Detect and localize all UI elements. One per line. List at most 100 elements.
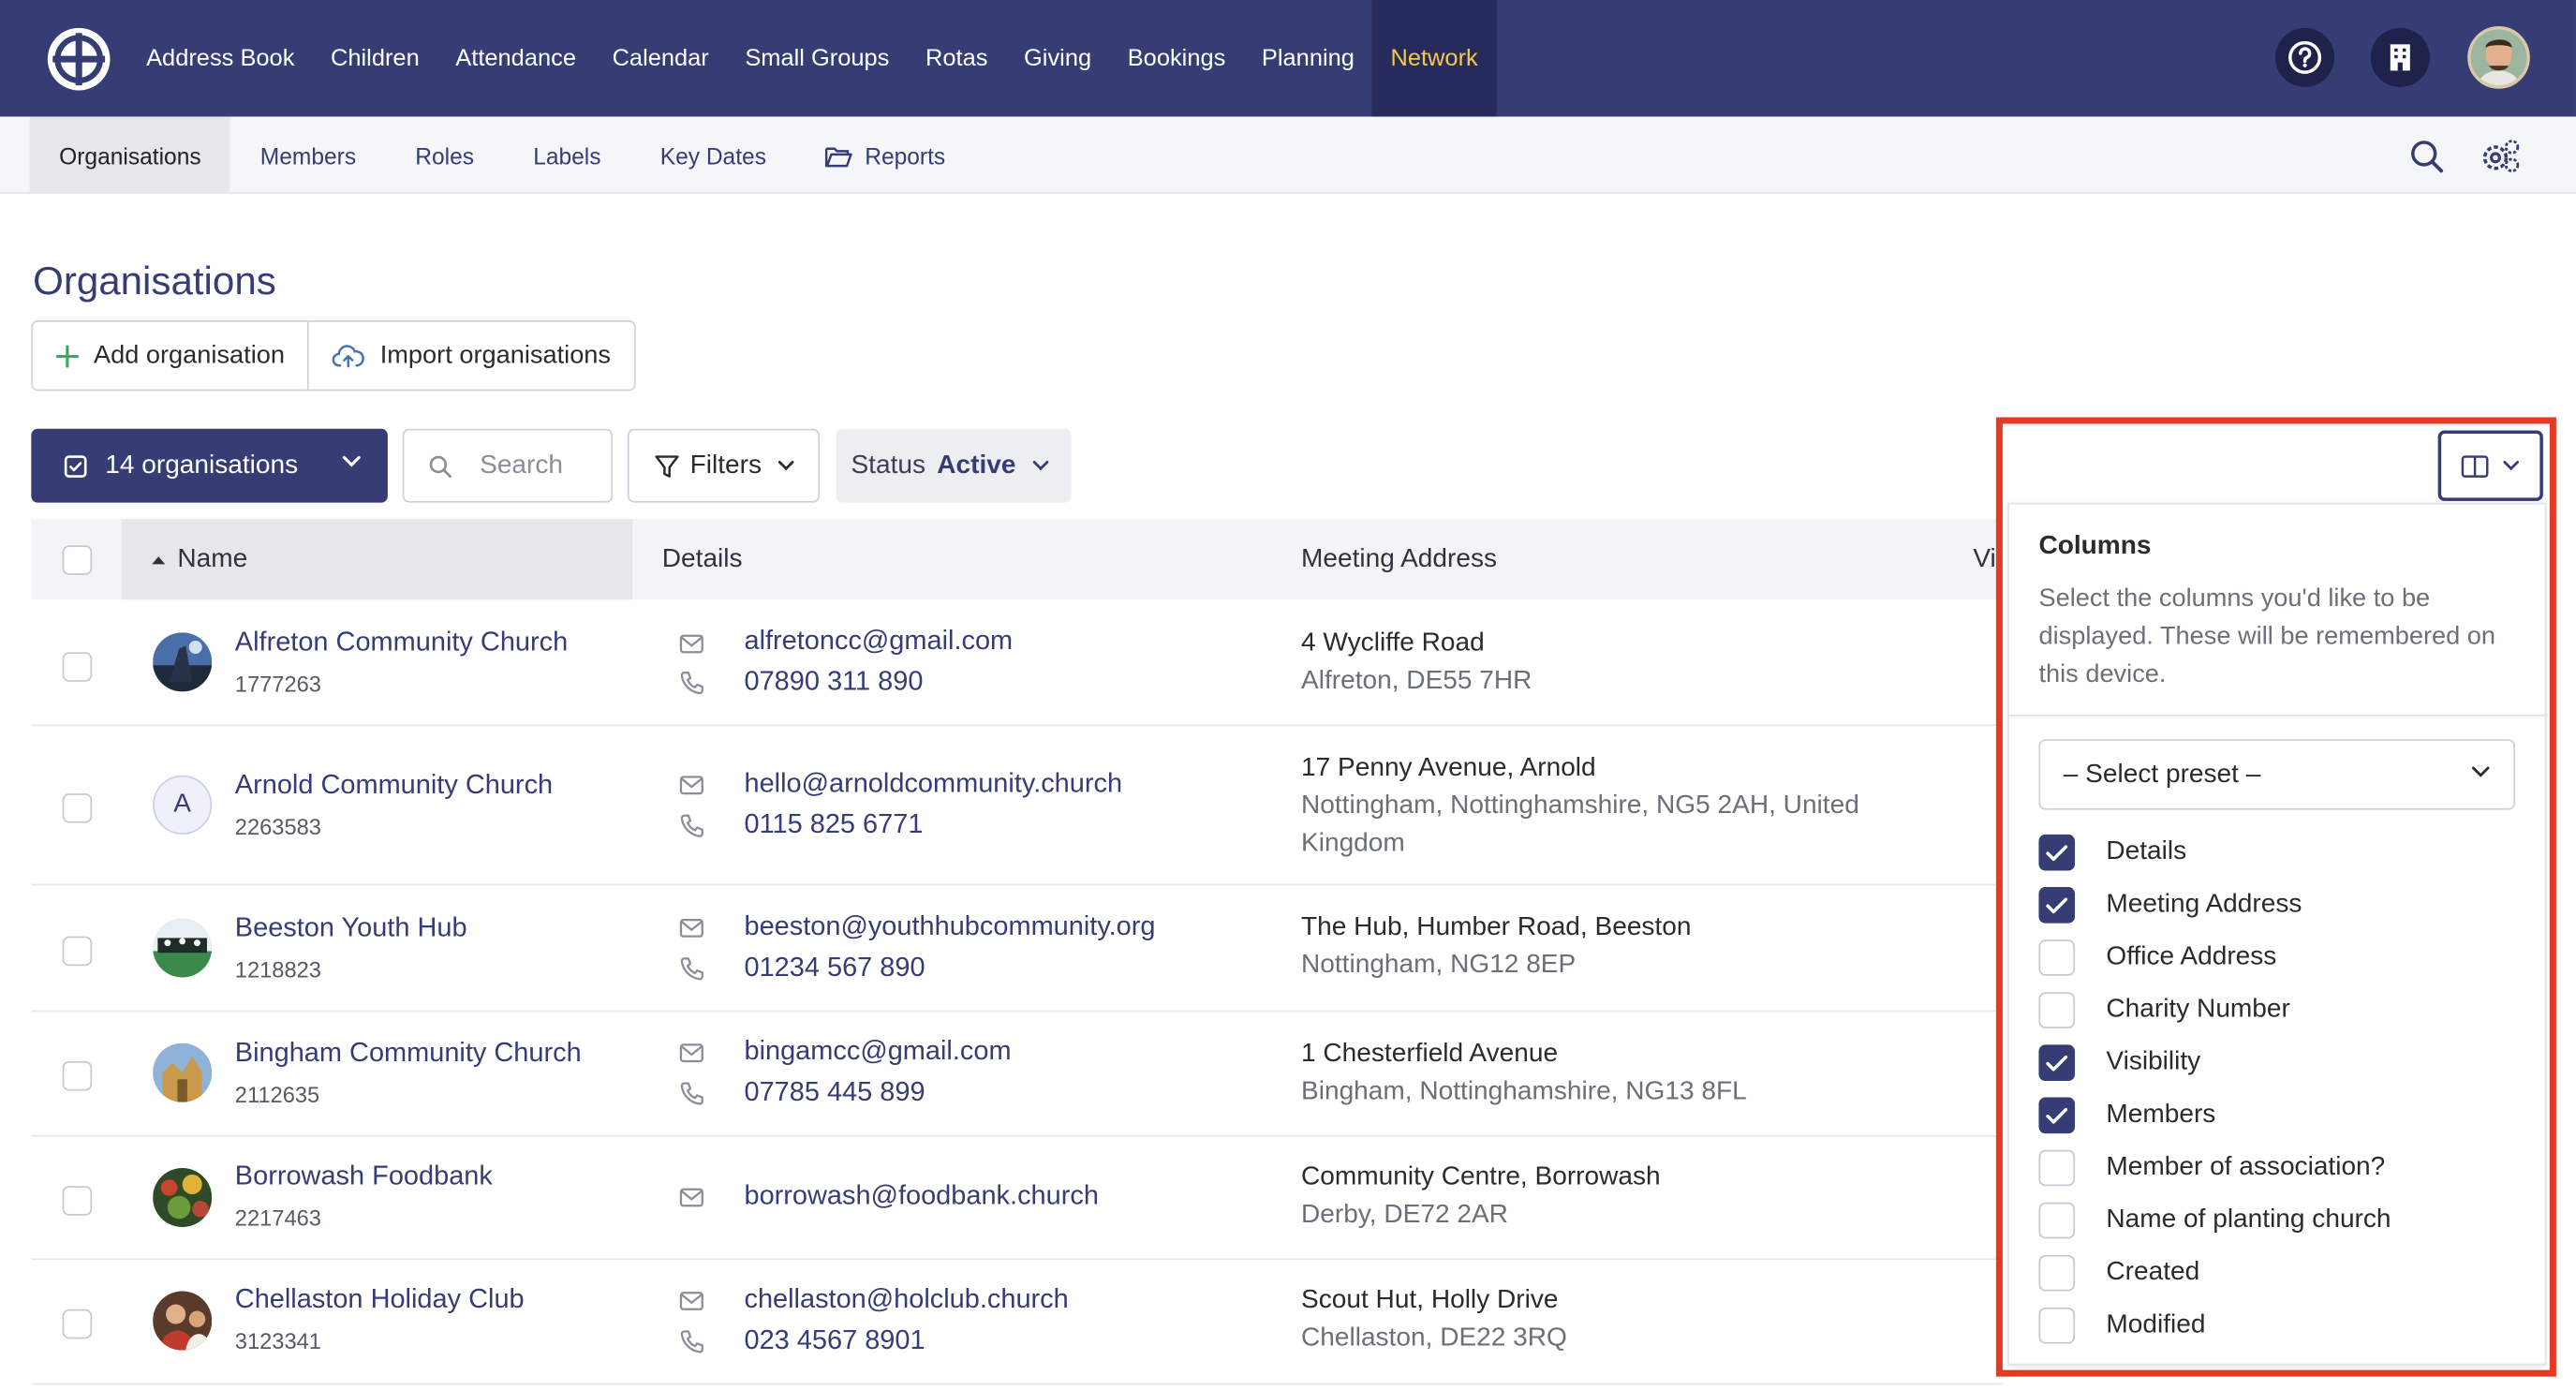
nav-children[interactable]: Children (313, 0, 437, 117)
checkbox-unchecked-icon[interactable] (2038, 1149, 2076, 1187)
help-icon[interactable] (2275, 27, 2335, 87)
add-organisation-button[interactable]: Add organisation (33, 322, 307, 390)
organisation-name-link[interactable]: Chellaston Holiday Club (235, 1284, 525, 1315)
organisation-name-link[interactable]: Arnold Community Church (235, 771, 553, 802)
column-option[interactable]: Details (2038, 834, 2186, 871)
organisation-email-link[interactable]: borrowash@foodbank.church (744, 1181, 1098, 1212)
checkbox-unchecked-icon[interactable] (2038, 1202, 2076, 1239)
tab-roles[interactable]: Roles (386, 117, 504, 194)
select-all-checkbox[interactable] (62, 545, 93, 575)
settings-gear-icon[interactable] (2479, 135, 2522, 178)
tab-members[interactable]: Members (230, 117, 385, 194)
checkbox-unchecked-icon[interactable] (2038, 1308, 2076, 1344)
nav-planning[interactable]: Planning (1244, 0, 1373, 117)
organisation-phone-link[interactable]: 01234 567 890 (744, 953, 925, 983)
selection-count-label: 14 organisations (105, 451, 299, 480)
table-row[interactable]: Beeston Youth Hub 1218823 beeston@youthh… (31, 885, 2003, 1013)
search-input[interactable]: Search (402, 428, 614, 503)
checkbox-checked-icon[interactable] (2038, 887, 2076, 924)
cloud-upload-icon (333, 345, 365, 368)
nav-rotas[interactable]: Rotas (908, 0, 1006, 117)
organisation-email-link[interactable]: alfretoncc@gmail.com (744, 626, 1013, 657)
nav-network[interactable]: Network (1372, 0, 1497, 117)
organisation-name-link[interactable]: Bingham Community Church (235, 1038, 582, 1069)
column-header-details[interactable]: Details (662, 519, 743, 599)
import-organisations-button[interactable]: Import organisations (307, 321, 634, 390)
table-row[interactable]: A Arnold Community Church 2263583 hello@… (31, 726, 2003, 886)
filter-funnel-icon (655, 454, 679, 477)
organisation-id: 3123341 (234, 1328, 321, 1354)
column-header-name-label: Name (177, 544, 248, 573)
row-checkbox[interactable] (62, 1309, 93, 1339)
checkbox-unchecked-icon[interactable] (2038, 1254, 2076, 1292)
organisation-email-link[interactable]: bingamcc@gmail.com (744, 1037, 1011, 1068)
row-checkbox[interactable] (62, 936, 93, 967)
row-checkbox[interactable] (62, 793, 93, 823)
row-checkbox[interactable] (62, 652, 93, 682)
row-checkbox[interactable] (62, 1060, 93, 1091)
column-option[interactable]: Members (2038, 1097, 2215, 1134)
organisation-phone-link[interactable]: 0115 825 6771 (744, 810, 923, 841)
row-checkbox[interactable] (62, 1186, 93, 1216)
table-row[interactable]: Chellaston Holiday Club 3123341 chellast… (31, 1260, 2003, 1385)
checkbox-checked-icon[interactable] (2038, 834, 2076, 871)
tab-reports[interactable]: Reports (796, 117, 975, 194)
status-filter-dropdown[interactable]: Status Active (836, 428, 1072, 503)
filters-button[interactable]: Filters (627, 428, 821, 503)
mail-icon (679, 776, 703, 795)
table-row[interactable]: Alfreton Community Church 1777263 alfret… (31, 599, 2003, 727)
columns-panel-title: Columns (2038, 532, 2152, 561)
meeting-address-line1: Community Centre, Borrowash (1301, 1162, 1661, 1191)
column-header-name[interactable]: Name (121, 519, 633, 600)
column-option[interactable]: Modified (2038, 1308, 2205, 1344)
column-option[interactable]: Charity Number (2038, 992, 2290, 1028)
search-icon[interactable] (2406, 135, 2449, 178)
tab-organisations[interactable]: Organisations (29, 116, 231, 194)
nav-attendance[interactable]: Attendance (437, 0, 594, 117)
checkbox-checked-icon[interactable] (2038, 1097, 2076, 1134)
selection-count-dropdown[interactable]: 14 organisations (31, 428, 388, 503)
organisation-email-link[interactable]: beeston@youthhubcommunity.org (744, 911, 1155, 942)
column-option[interactable]: Visibility (2038, 1044, 2200, 1082)
table-header: Name Details Meeting Address (31, 519, 2003, 600)
tab-key-dates[interactable]: Key Dates (630, 117, 795, 194)
organisation-phone-link[interactable]: 07785 445 899 (744, 1077, 925, 1108)
meeting-address-line1: The Hub, Humber Road, Beeston (1301, 913, 1692, 941)
column-option[interactable]: Created (2038, 1254, 2199, 1292)
nav-calendar[interactable]: Calendar (594, 0, 727, 117)
app-logo-icon[interactable] (47, 27, 111, 91)
search-placeholder: Search (480, 451, 564, 480)
organisation-avatar: A (153, 775, 213, 835)
organisation-name-link[interactable]: Alfreton Community Church (235, 628, 568, 658)
nav-giving[interactable]: Giving (1006, 0, 1110, 117)
column-option-label: Office Address (2106, 942, 2277, 971)
organisation-phone-link[interactable]: 07890 311 890 (744, 667, 923, 698)
preset-select[interactable]: – Select preset – (2038, 739, 2516, 810)
column-option[interactable]: Office Address (2038, 939, 2276, 976)
organisation-email-link[interactable]: chellaston@holclub.church (744, 1284, 1068, 1315)
table-row[interactable]: Bingham Community Church 2112635 bingamc… (31, 1012, 2003, 1137)
column-option[interactable]: Meeting Address (2038, 887, 2302, 924)
organisation-phone-link[interactable]: 023 4567 8901 (744, 1325, 925, 1356)
column-option[interactable]: Name of planting church (2038, 1202, 2391, 1239)
checkbox-checked-icon (64, 454, 87, 478)
nav-bookings[interactable]: Bookings (1109, 0, 1243, 117)
nav-address-book[interactable]: Address Book (128, 0, 313, 117)
column-header-visibility[interactable]: Vi (1973, 545, 1995, 575)
organisation-email-link[interactable]: hello@arnoldcommunity.church (744, 769, 1122, 800)
organisation-name-link[interactable]: Beeston Youth Hub (235, 913, 467, 944)
building-icon[interactable] (2370, 27, 2430, 87)
organisation-name-link[interactable]: Borrowash Foodbank (235, 1161, 493, 1192)
column-option[interactable]: Member of association? (2038, 1149, 2385, 1187)
columns-toggle-button[interactable] (2437, 430, 2543, 501)
tab-labels[interactable]: Labels (504, 117, 631, 194)
table-row[interactable]: Borrowash Foodbank 2217463 borrowash@foo… (31, 1137, 2003, 1261)
checkbox-checked-icon[interactable] (2038, 1044, 2076, 1082)
user-avatar[interactable] (2467, 26, 2530, 89)
import-organisations-label: Import organisations (379, 340, 612, 369)
chevron-down-icon (1033, 460, 1050, 471)
nav-small-groups[interactable]: Small Groups (727, 0, 908, 117)
checkbox-unchecked-icon[interactable] (2038, 992, 2076, 1028)
checkbox-unchecked-icon[interactable] (2038, 939, 2076, 976)
column-header-meeting-address[interactable]: Meeting Address (1301, 519, 1497, 599)
